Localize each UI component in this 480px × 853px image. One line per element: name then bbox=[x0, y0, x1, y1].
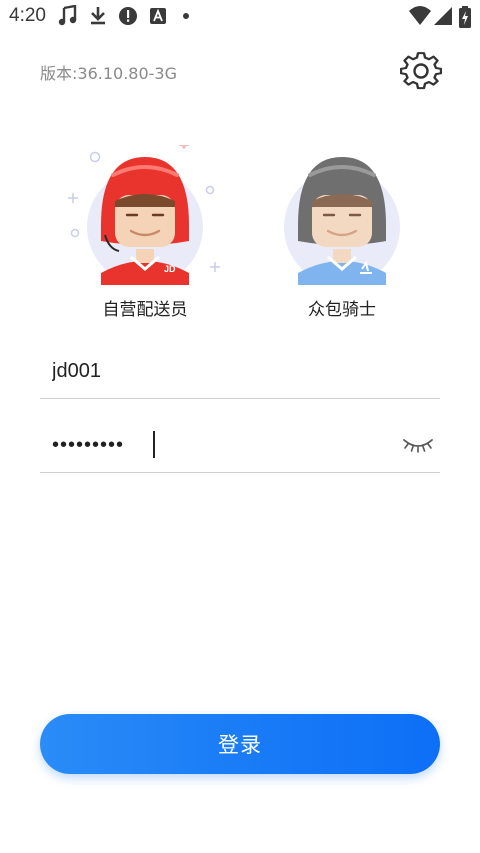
a-icon bbox=[150, 8, 166, 24]
wifi-icon bbox=[409, 6, 431, 25]
svg-text:JD: JD bbox=[164, 264, 176, 274]
role-label-crowd: 众包骑士 bbox=[308, 300, 376, 320]
role-label-self: 自营配送员 bbox=[102, 300, 188, 320]
rider-avatar bbox=[284, 157, 400, 285]
text-caret bbox=[153, 431, 155, 458]
courier-avatar: JD bbox=[68, 140, 220, 285]
eye-closed-icon[interactable] bbox=[402, 432, 434, 454]
username-field-container bbox=[40, 344, 440, 399]
login-button[interactable]: 登录 bbox=[40, 714, 440, 774]
username-input[interactable] bbox=[52, 352, 382, 390]
status-bar: 4:20 bbox=[0, 0, 480, 34]
battery-icon bbox=[459, 6, 471, 28]
gear-icon[interactable] bbox=[400, 50, 442, 92]
dot-icon bbox=[183, 13, 189, 19]
music-note-icon bbox=[58, 5, 77, 26]
alert-icon bbox=[119, 7, 137, 25]
password-field-container bbox=[40, 418, 440, 473]
version-text: 版本:36.10.80-3G bbox=[40, 64, 177, 83]
role-crowd-rider[interactable]: 众包骑士 bbox=[262, 145, 422, 325]
download-icon bbox=[91, 7, 105, 25]
status-time: 4:20 bbox=[9, 5, 46, 26]
role-self-courier[interactable]: JD 自营配送员 bbox=[65, 140, 225, 325]
password-input[interactable] bbox=[52, 426, 382, 464]
signal-icon bbox=[434, 7, 452, 25]
